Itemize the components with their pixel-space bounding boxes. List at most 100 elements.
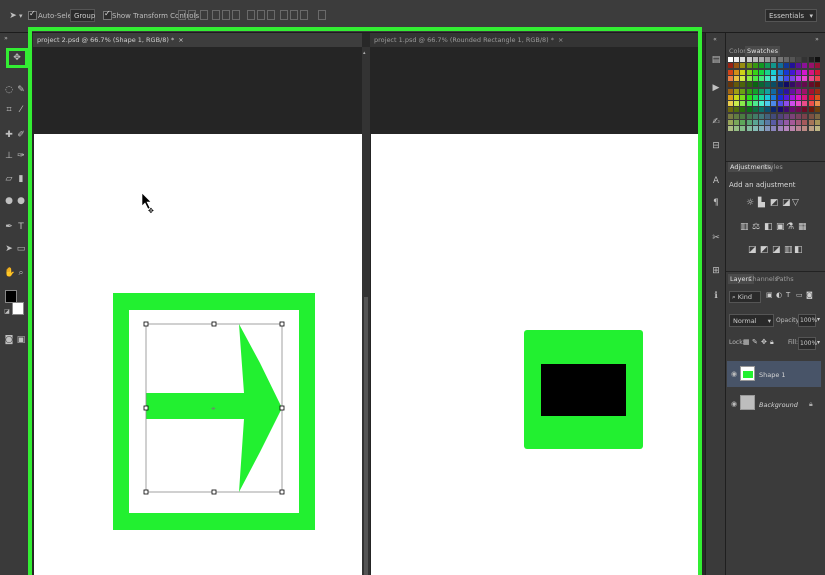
distribute-right-icon[interactable] bbox=[300, 10, 308, 20]
swatch[interactable] bbox=[796, 75, 802, 81]
swatch[interactable] bbox=[808, 57, 814, 62]
auto-align-icon[interactable] bbox=[318, 10, 326, 20]
swatch[interactable] bbox=[765, 120, 771, 125]
swatch[interactable] bbox=[734, 63, 740, 69]
align-top-icon[interactable] bbox=[178, 10, 186, 20]
swatch[interactable] bbox=[796, 101, 802, 107]
swatch[interactable] bbox=[783, 113, 789, 119]
screen-mode-icon[interactable]: ▣ bbox=[16, 335, 26, 345]
swatch[interactable] bbox=[783, 63, 789, 69]
swatch[interactable] bbox=[802, 107, 808, 113]
swatch[interactable] bbox=[814, 94, 820, 100]
collapse-arrows-icon[interactable]: « bbox=[710, 35, 720, 45]
swatch[interactable] bbox=[783, 88, 789, 94]
swatch[interactable] bbox=[783, 57, 789, 62]
healing-brush-tool-icon[interactable]: ✚ bbox=[4, 130, 14, 140]
swatch[interactable] bbox=[783, 120, 789, 125]
swatch[interactable] bbox=[802, 101, 808, 107]
vertical-scrollbar[interactable]: ▴ bbox=[362, 47, 370, 575]
swatch[interactable] bbox=[777, 120, 783, 125]
swatch[interactable] bbox=[814, 63, 820, 69]
swatch[interactable] bbox=[808, 75, 814, 81]
collapse-arrows-icon[interactable]: » bbox=[1, 34, 11, 44]
move-tool-highlight[interactable]: ✥ bbox=[6, 48, 28, 68]
color-balance-icon[interactable]: ⚖ bbox=[752, 222, 760, 232]
swatch[interactable] bbox=[728, 57, 733, 62]
swatch[interactable] bbox=[808, 126, 814, 132]
lock-transparent-icon[interactable]: ▦ bbox=[743, 338, 750, 346]
swatch[interactable] bbox=[746, 88, 752, 94]
swatch[interactable] bbox=[740, 57, 746, 62]
swatch[interactable] bbox=[734, 113, 740, 119]
history-brush-tool-icon[interactable]: ✑ bbox=[16, 151, 26, 161]
show-transform-checkbox[interactable] bbox=[103, 9, 112, 20]
swatch[interactable] bbox=[808, 107, 814, 113]
align-bottom-icon[interactable] bbox=[200, 10, 208, 20]
filter-shape-icon[interactable]: ▭ bbox=[796, 291, 803, 299]
brush-tool-icon[interactable]: ✐ bbox=[16, 130, 26, 140]
selective-color-icon[interactable]: ◧ bbox=[794, 245, 803, 255]
dodge-tool-icon[interactable]: ● bbox=[16, 196, 26, 206]
swatch[interactable] bbox=[746, 126, 752, 132]
swatch[interactable] bbox=[802, 88, 808, 94]
layer-kind-filter[interactable]: ⌕ Kind bbox=[729, 291, 761, 303]
swatch[interactable] bbox=[746, 107, 752, 113]
swatch[interactable] bbox=[752, 126, 758, 132]
swatch[interactable] bbox=[752, 75, 758, 81]
tool-presets-icon[interactable]: ✂ bbox=[711, 233, 721, 243]
swatch[interactable] bbox=[752, 69, 758, 75]
posterize-icon[interactable]: ◩ bbox=[760, 245, 769, 255]
swatch[interactable] bbox=[740, 101, 746, 107]
swatch[interactable] bbox=[796, 126, 802, 132]
hue-saturation-icon[interactable]: ▥ bbox=[740, 222, 749, 232]
paragraph-panel-icon[interactable]: ¶ bbox=[711, 198, 721, 208]
swatch[interactable] bbox=[796, 88, 802, 94]
swatch[interactable] bbox=[740, 88, 746, 94]
swatch[interactable] bbox=[814, 120, 820, 125]
swatch[interactable] bbox=[728, 69, 733, 75]
swatch[interactable] bbox=[746, 113, 752, 119]
swatch[interactable] bbox=[777, 126, 783, 132]
swatch[interactable] bbox=[808, 94, 814, 100]
swatch[interactable] bbox=[802, 120, 808, 125]
chevron-down-icon[interactable]: ▾ bbox=[817, 316, 820, 323]
background-color-swatch[interactable] bbox=[12, 302, 24, 315]
swatch[interactable] bbox=[740, 63, 746, 69]
swatch[interactable] bbox=[790, 120, 795, 125]
tab-channels[interactable]: Channels bbox=[748, 275, 778, 283]
swatch[interactable] bbox=[728, 126, 733, 132]
brightness-contrast-icon[interactable]: ☼ bbox=[746, 198, 754, 208]
swatch[interactable] bbox=[765, 101, 771, 107]
swatch[interactable] bbox=[802, 57, 808, 62]
swatch[interactable] bbox=[752, 82, 758, 88]
distribute-hcenter-icon[interactable] bbox=[290, 10, 298, 20]
swatch[interactable] bbox=[796, 94, 802, 100]
swatch[interactable] bbox=[746, 82, 752, 88]
filter-adjustment-icon[interactable]: ◐ bbox=[776, 291, 782, 299]
quick-mask-icon[interactable]: ◙ bbox=[4, 335, 14, 345]
swatch[interactable] bbox=[808, 101, 814, 107]
filter-type-icon[interactable]: T bbox=[786, 291, 790, 299]
swatch[interactable] bbox=[728, 63, 733, 69]
pen-tool-icon[interactable]: ✒ bbox=[4, 222, 14, 232]
swatch[interactable] bbox=[765, 88, 771, 94]
swatch[interactable] bbox=[752, 107, 758, 113]
swatch[interactable] bbox=[734, 120, 740, 125]
swatch[interactable] bbox=[808, 88, 814, 94]
align-vcenter-icon[interactable] bbox=[188, 10, 196, 20]
levels-icon[interactable]: ▙ bbox=[758, 198, 765, 208]
swatch[interactable] bbox=[777, 107, 783, 113]
swatch[interactable] bbox=[808, 113, 814, 119]
swatch[interactable] bbox=[777, 57, 783, 62]
swatch[interactable] bbox=[814, 88, 820, 94]
swatch[interactable] bbox=[802, 63, 808, 69]
fill-field[interactable]: 100% bbox=[798, 337, 817, 350]
eye-icon[interactable]: ◉ bbox=[731, 370, 737, 378]
swatch[interactable] bbox=[746, 94, 752, 100]
layer-row-background[interactable]: ◉ Background 🔒︎ bbox=[727, 391, 821, 417]
swatch[interactable] bbox=[765, 94, 771, 100]
blend-mode-dropdown[interactable]: Normal ▾ bbox=[729, 314, 774, 327]
photo-filter-icon[interactable]: ▣ bbox=[776, 222, 785, 232]
tab-color[interactable]: Color bbox=[729, 47, 746, 55]
align-right-icon[interactable] bbox=[232, 10, 240, 20]
